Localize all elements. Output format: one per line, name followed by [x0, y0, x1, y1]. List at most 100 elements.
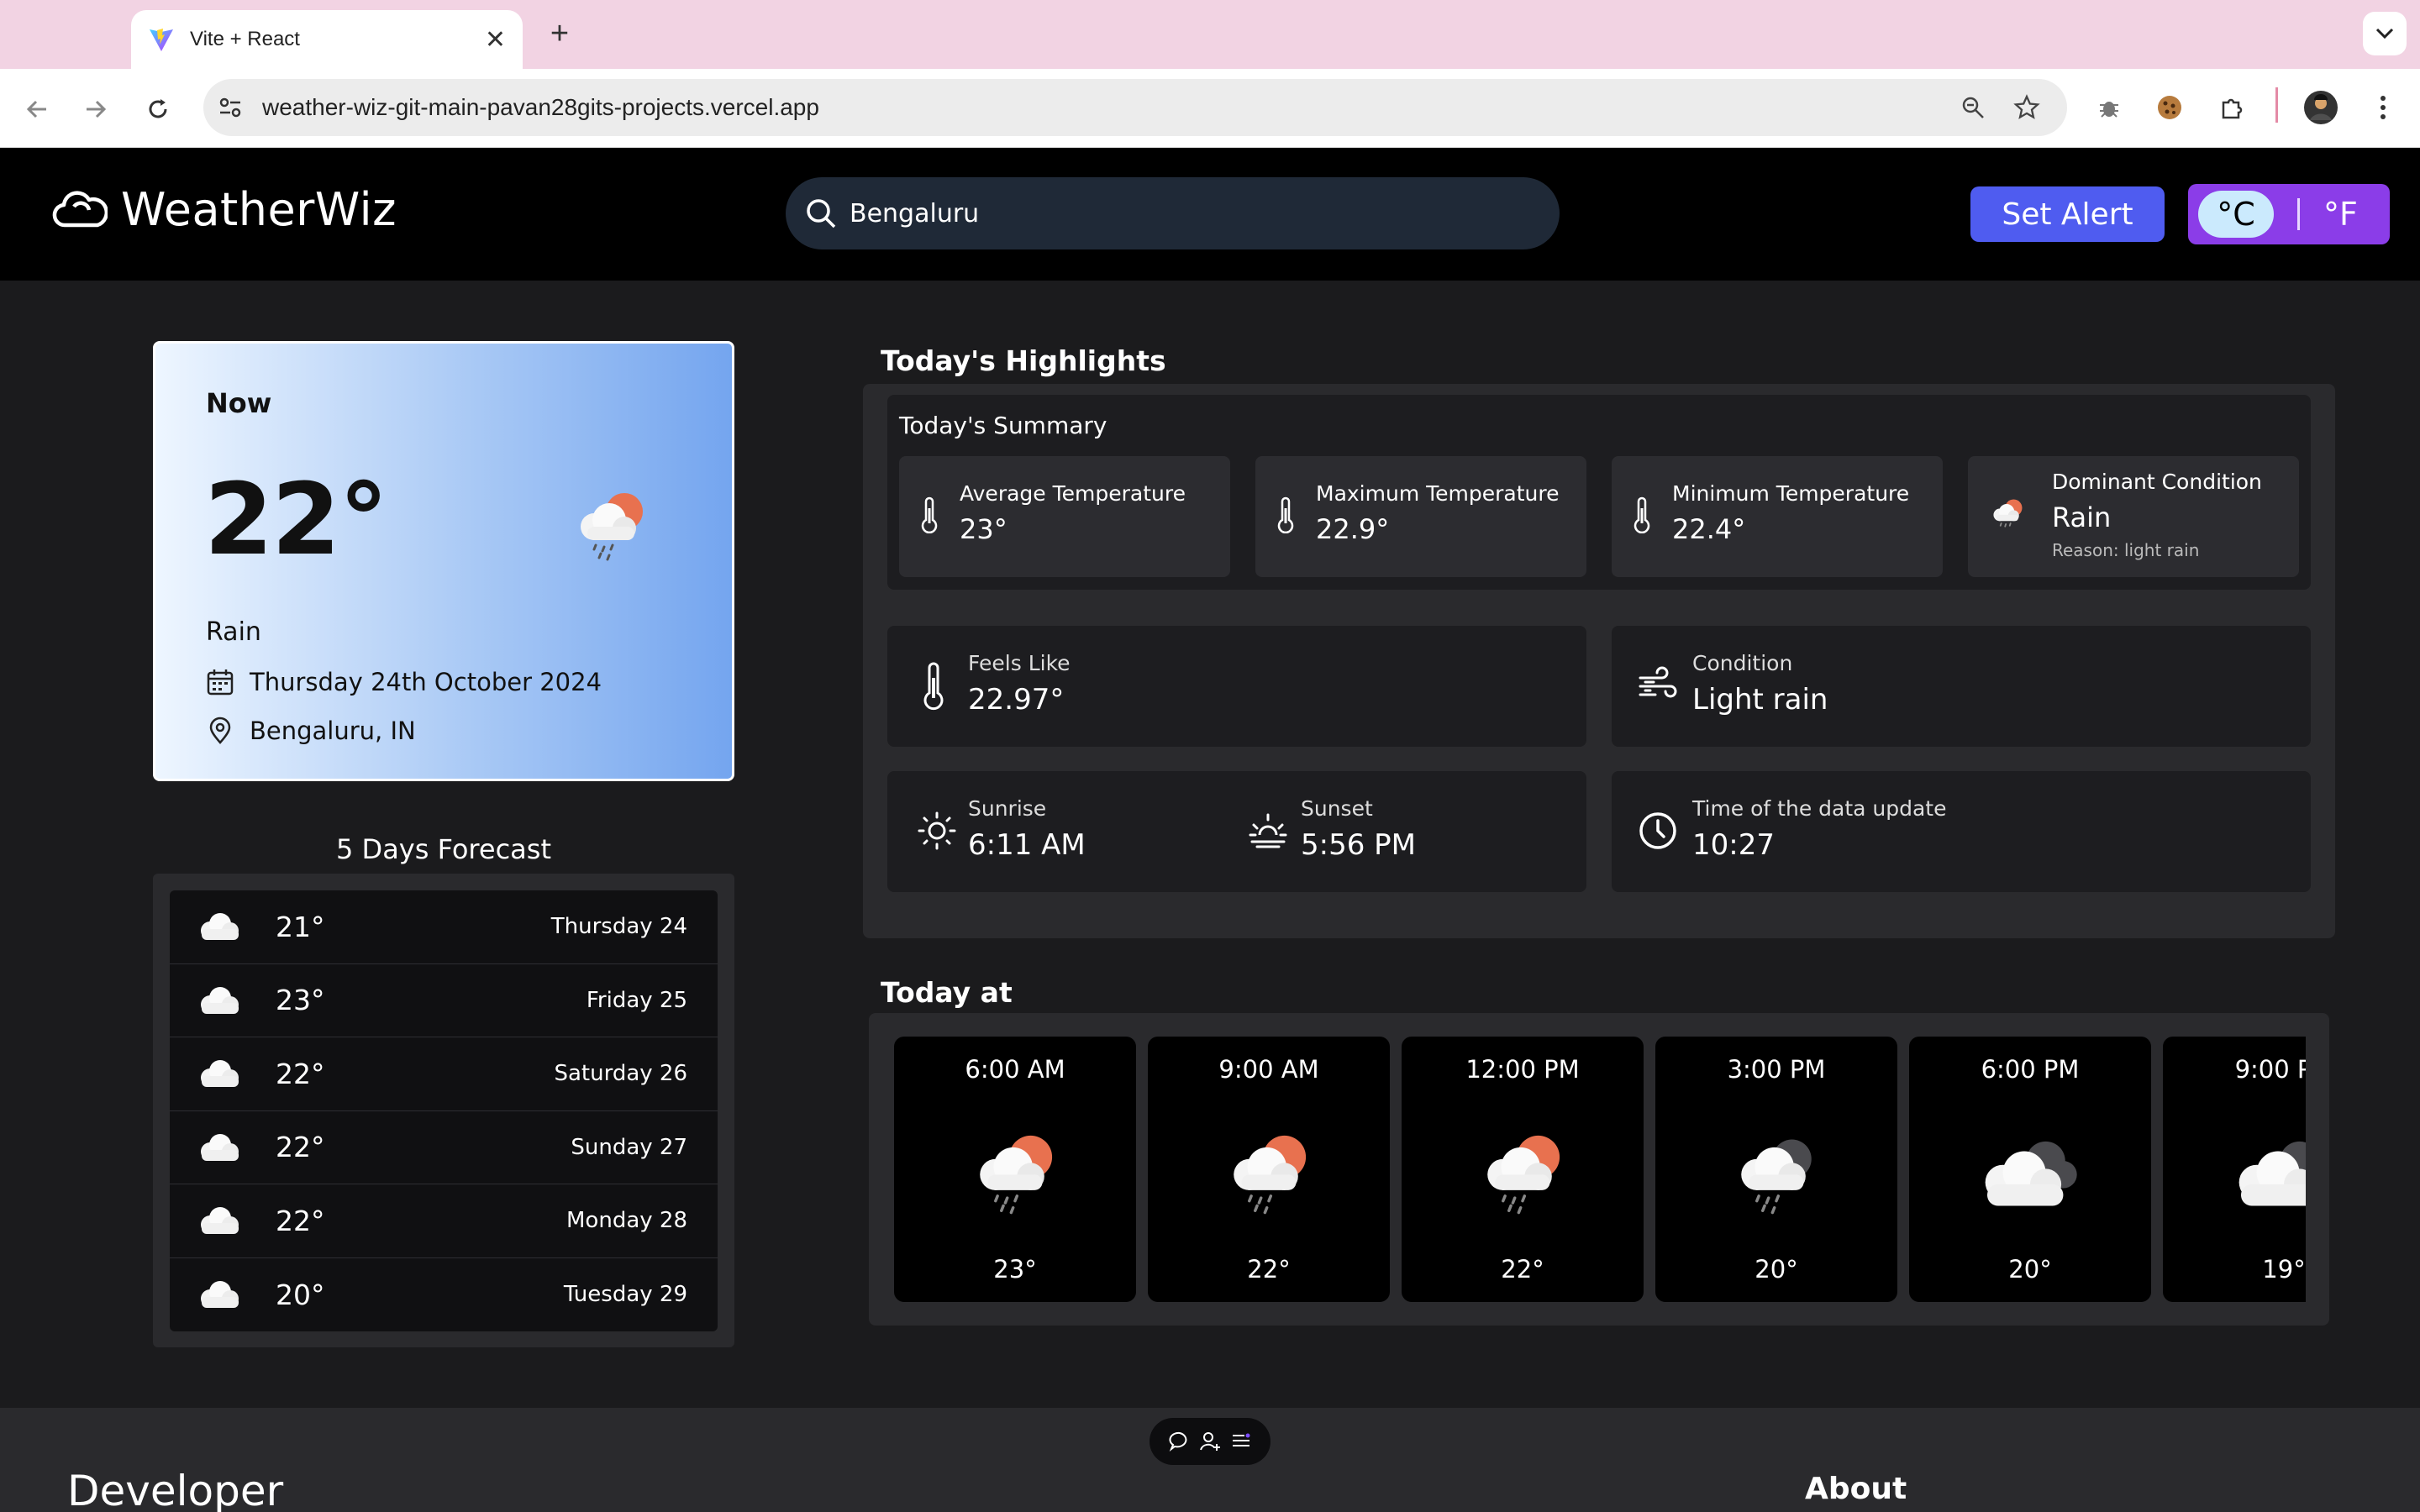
cloud-icon	[201, 986, 239, 1014]
cookie-extension-icon[interactable]	[2151, 89, 2188, 126]
forecast-row: 21° Thursday 24	[170, 890, 718, 964]
cloud-icon	[201, 1207, 239, 1235]
overcast-cloud-icon	[1985, 1141, 2077, 1206]
update-time-label: Time of the data update	[1692, 796, 1947, 821]
forecast-list: 21° Thursday 24 23° Friday 25 22° Saturd…	[153, 874, 734, 1347]
hour-temp: 22°	[1501, 1255, 1544, 1284]
back-icon[interactable]	[17, 89, 57, 129]
about-heading: About	[1805, 1472, 1907, 1506]
clock-icon	[1639, 812, 1676, 849]
date-row: Thursday 24th October 2024	[206, 668, 602, 696]
summary-label: Maximum Temperature	[1316, 481, 1560, 506]
forecast-day: Monday 28	[566, 1208, 687, 1234]
today-at-title: Today at	[881, 976, 1013, 1009]
summary-value: 23°	[960, 513, 1007, 545]
condition-card: Condition Light rain	[1612, 626, 2311, 747]
summary-label: Dominant Condition	[2052, 470, 2262, 494]
extensions-puzzle-icon[interactable]	[2213, 89, 2250, 126]
unit-toggle[interactable]: °C °F	[2188, 184, 2390, 244]
cloud-icon	[201, 1281, 239, 1309]
feels-like-value: 22.97°	[968, 683, 1065, 717]
browser-menu-icon[interactable]	[2365, 89, 2402, 126]
summary-value: 22.4°	[1672, 513, 1746, 545]
forecast-row: 20° Tuesday 29	[170, 1257, 718, 1331]
summary-value: 22.9°	[1316, 513, 1390, 545]
app-name: WeatherWiz	[121, 183, 397, 236]
celsius-option[interactable]: °C	[2198, 191, 2274, 238]
browser-tab[interactable]: Vite + React ✕	[131, 10, 523, 69]
hour-temp: 20°	[2008, 1255, 2052, 1284]
wind-icon	[1639, 666, 1677, 698]
add-user-icon[interactable]	[1199, 1431, 1221, 1452]
bookmark-star-icon[interactable]	[2010, 91, 2044, 124]
forecast-temp: 21°	[276, 910, 325, 943]
thermometer-icon	[921, 496, 938, 533]
search-icon	[807, 199, 836, 228]
sunrise-icon	[918, 811, 956, 850]
forecast-row: 22° Sunday 27	[170, 1110, 718, 1184]
hourly-card: 9:00 AM 22°	[1148, 1037, 1390, 1302]
forecast-day: Thursday 24	[550, 914, 687, 940]
city-search-bar[interactable]	[786, 177, 1560, 249]
hour-time: 12:00 PM	[1465, 1055, 1580, 1084]
new-tab-icon[interactable]: +	[541, 15, 578, 52]
dark-cloud-rain-icon	[1741, 1139, 1812, 1215]
sunrise-label: Sunrise	[968, 796, 1047, 821]
update-time-value: 10:27	[1692, 828, 1775, 862]
hourly-card: 9:00 PM 19°	[2163, 1037, 2329, 1302]
feels-like-label: Feels Like	[968, 651, 1071, 675]
forecast-row: 22° Monday 28	[170, 1184, 718, 1258]
vite-logo-icon	[150, 29, 173, 51]
bug-extension-icon[interactable]	[2091, 89, 2128, 126]
reload-icon[interactable]	[138, 89, 178, 129]
summary-average-card: Average Temperature 23°	[899, 456, 1230, 577]
forecast-title: 5 Days Forecast	[336, 833, 551, 865]
developer-heading: Developer	[67, 1467, 284, 1512]
forward-icon[interactable]	[76, 89, 116, 129]
fahrenheit-option[interactable]: °F	[2323, 196, 2358, 233]
highlights-title: Today's Highlights	[881, 344, 1166, 377]
now-label: Now	[206, 387, 272, 419]
cloud-icon	[201, 913, 239, 941]
feels-like-card: Feels Like 22.97°	[887, 626, 1586, 747]
forecast-day: Sunday 27	[571, 1134, 687, 1160]
hour-temp: 20°	[1754, 1255, 1798, 1284]
condition-value: Light rain	[1692, 683, 1828, 717]
forecast-row: 22° Saturday 26	[170, 1037, 718, 1111]
zoom-icon[interactable]	[1956, 91, 1990, 124]
tab-close-icon[interactable]: ✕	[485, 25, 506, 55]
overcast-cloud-icon	[2238, 1141, 2306, 1206]
hourly-forecast-track: 6:00 AM 23° 9:00 AM 22° 12:00 PM 22° 3:0…	[894, 1037, 2329, 1302]
summary-reason: Reason: light rain	[2052, 540, 2200, 560]
cloud-icon	[201, 1133, 239, 1161]
app-logo[interactable]: WeatherWiz	[52, 183, 397, 236]
sun-cloud-rain-icon	[1993, 499, 2023, 528]
current-temperature: 22°	[204, 461, 388, 577]
sun-cloud-rain-icon	[1234, 1135, 1307, 1215]
cloud-icon	[201, 1060, 239, 1088]
summary-minimum-card: Minimum Temperature 22.4°	[1612, 456, 1943, 577]
sun-times-card: Sunrise 6:11 AM Sunset 5:56 PM	[887, 771, 1586, 892]
unit-divider	[2297, 198, 2300, 230]
site-settings-icon[interactable]	[213, 91, 247, 124]
sunset-value: 5:56 PM	[1301, 828, 1416, 862]
hourly-card: 6:00 PM 20°	[1909, 1037, 2151, 1302]
hourly-forecast-panel[interactable]: 6:00 AM 23° 9:00 AM 22° 12:00 PM 22° 3:0…	[869, 1013, 2329, 1326]
tab-search-chevron-icon[interactable]	[2363, 12, 2407, 55]
set-alert-button[interactable]: Set Alert	[1970, 186, 2165, 242]
search-input[interactable]	[850, 198, 1539, 228]
summary-label: Minimum Temperature	[1672, 481, 1910, 506]
profile-avatar[interactable]	[2302, 89, 2339, 126]
hour-time: 9:00 AM	[1218, 1055, 1319, 1084]
summary-value: Rain	[2052, 501, 2112, 533]
hourly-card: 6:00 AM 23°	[894, 1037, 1136, 1302]
forecast-temp: 23°	[276, 984, 325, 1017]
hour-temp: 22°	[1247, 1255, 1291, 1284]
hourly-card: 3:00 PM 20°	[1655, 1037, 1897, 1302]
list-settings-icon[interactable]	[1230, 1431, 1252, 1452]
sunset-label: Sunset	[1301, 796, 1373, 821]
update-time-card: Time of the data update 10:27	[1612, 771, 2311, 892]
address-bar[interactable]: weather-wiz-git-main-pavan28gits-project…	[203, 79, 2067, 136]
hour-time: 9:00 PM	[2234, 1055, 2329, 1084]
comment-icon[interactable]	[1169, 1431, 1191, 1452]
